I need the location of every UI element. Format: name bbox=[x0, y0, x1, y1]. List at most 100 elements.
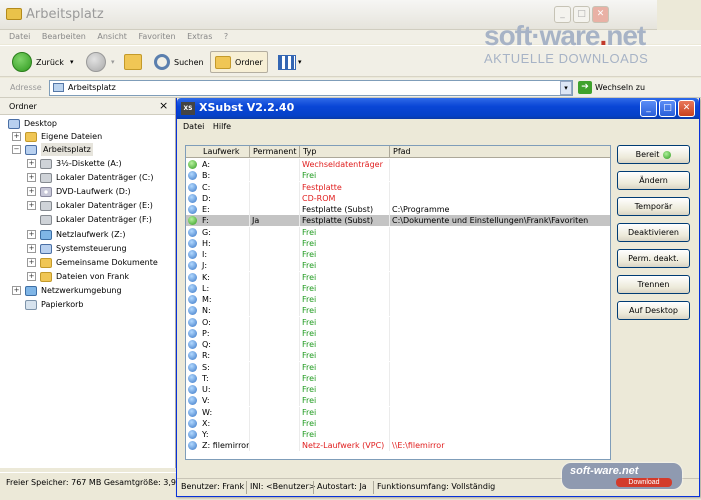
table-row[interactable]: F: Ja Festplatte (Subst) C:\Dokumente und E… bbox=[186, 215, 610, 227]
drive-status-icon bbox=[188, 362, 197, 372]
table-row[interactable]: B: Frei bbox=[186, 170, 610, 182]
expand-icon[interactable]: + bbox=[12, 132, 21, 141]
menu-hilfe[interactable]: Hilfe bbox=[213, 119, 231, 135]
menu-datei[interactable]: Datei bbox=[183, 119, 204, 135]
tree-item-drive-z[interactable]: + Netzlaufwerk (Z:) bbox=[27, 228, 125, 241]
cell-drive: W: bbox=[200, 406, 250, 418]
table-row[interactable]: O: Frei bbox=[186, 316, 610, 328]
tree-item-dateien-von-frank[interactable]: + Dateien von Frank bbox=[27, 270, 129, 283]
tree-item-papierkorb[interactable]: Papierkorb bbox=[25, 298, 84, 311]
tree-item-desktop[interactable]: Desktop bbox=[8, 117, 57, 130]
menu-help[interactable]: ? bbox=[224, 30, 228, 44]
cell-type: Frei bbox=[300, 170, 390, 182]
table-row[interactable]: R: Frei bbox=[186, 350, 610, 362]
table-row[interactable]: Z: filemirror Netz-Laufwerk (VPC) \\E:\fil… bbox=[186, 440, 610, 452]
expand-icon[interactable]: + bbox=[27, 173, 36, 182]
disconnect-button[interactable]: Trennen bbox=[617, 275, 690, 294]
column-laufwerk[interactable]: Laufwerk bbox=[200, 146, 250, 158]
tree-item-drive-e[interactable]: + Lokaler Datenträger (E:) bbox=[27, 199, 153, 212]
search-button[interactable]: Suchen bbox=[154, 51, 204, 73]
table-row[interactable]: V: Frei bbox=[186, 395, 610, 407]
table-row[interactable]: G: Frei bbox=[186, 226, 610, 238]
column-permanent[interactable]: Permanent bbox=[250, 146, 300, 158]
maximize-button[interactable]: □ bbox=[659, 100, 676, 117]
expand-icon[interactable]: + bbox=[27, 244, 36, 253]
menu-favoriten[interactable]: Favoriten bbox=[138, 30, 175, 44]
table-row[interactable]: C: Festplatte bbox=[186, 181, 610, 193]
table-row[interactable]: D: CD-ROM bbox=[186, 192, 610, 204]
tree-item-systemsteuerung[interactable]: + Systemsteuerung bbox=[27, 242, 127, 255]
address-input[interactable]: Arbeitsplatz bbox=[49, 80, 573, 96]
back-button[interactable]: Zurück ▾ bbox=[12, 51, 73, 73]
table-row[interactable]: A: Wechseldatenträger bbox=[186, 159, 610, 170]
cell-path: \\E:\filemirror bbox=[390, 440, 610, 451]
change-button[interactable]: Ändern bbox=[617, 171, 690, 190]
close-button[interactable]: ✕ bbox=[678, 100, 695, 117]
tree-item-eigene-dateien[interactable]: + Eigene Dateien bbox=[12, 130, 102, 143]
cell-type: Frei bbox=[300, 294, 390, 305]
menu-extras[interactable]: Extras bbox=[187, 30, 212, 44]
table-row[interactable]: J: Frei bbox=[186, 260, 610, 272]
back-label: Zurück bbox=[36, 57, 64, 67]
table-row[interactable]: T: Frei bbox=[186, 372, 610, 384]
table-row[interactable]: L: Frei bbox=[186, 282, 610, 294]
table-row[interactable]: I: Frei bbox=[186, 249, 610, 260]
address-dropdown-button[interactable]: ▾ bbox=[560, 81, 572, 95]
views-button[interactable]: ▾ bbox=[278, 51, 302, 73]
table-row[interactable]: X: Frei bbox=[186, 417, 610, 429]
xsubst-titlebar[interactable]: XS XSubst V2.2.40 _ □ ✕ bbox=[177, 98, 699, 119]
cell-path bbox=[390, 260, 610, 271]
cell-permanent bbox=[250, 384, 300, 395]
close-icon[interactable]: × bbox=[159, 99, 168, 112]
drive-status-icon bbox=[188, 430, 197, 439]
table-row[interactable]: K: Frei bbox=[186, 271, 610, 283]
go-button[interactable]: ➔ Wechseln zu bbox=[578, 81, 645, 94]
expand-icon[interactable]: + bbox=[27, 258, 36, 267]
ready-button[interactable]: Bereit bbox=[617, 145, 690, 164]
temporary-button[interactable]: Temporär bbox=[617, 197, 690, 216]
menu-datei[interactable]: Datei bbox=[9, 30, 30, 44]
table-row[interactable]: U: Frei bbox=[186, 384, 610, 395]
column-pfad[interactable]: Pfad bbox=[390, 146, 610, 158]
tree-item-drive-f[interactable]: Lokaler Datenträger (F:) bbox=[40, 213, 152, 226]
column-typ[interactable]: Typ bbox=[300, 146, 390, 158]
up-folder-button[interactable] bbox=[124, 51, 142, 73]
table-row[interactable]: M: Frei bbox=[186, 294, 610, 305]
drive-status-icon bbox=[188, 328, 197, 338]
forward-arrow-icon bbox=[86, 52, 106, 72]
cell-path bbox=[390, 384, 610, 395]
expand-icon[interactable]: + bbox=[27, 187, 36, 196]
cell-path bbox=[390, 407, 610, 418]
expand-icon[interactable]: + bbox=[27, 230, 36, 239]
to-desktop-button[interactable]: Auf Desktop bbox=[617, 301, 690, 320]
deactivate-button[interactable]: Deaktivieren bbox=[617, 223, 690, 242]
tree-item-netzwerkumgebung[interactable]: + Netzwerkumgebung bbox=[12, 284, 122, 297]
forward-button[interactable]: ▾ bbox=[86, 51, 115, 73]
folders-button[interactable]: Ordner bbox=[210, 51, 268, 73]
perm-deactivate-button[interactable]: Perm. deakt. bbox=[617, 249, 690, 268]
table-row[interactable]: W: Frei bbox=[186, 406, 610, 418]
minimize-button[interactable]: _ bbox=[640, 100, 657, 117]
table-row[interactable]: E: Festplatte (Subst) C:\Programme bbox=[186, 204, 610, 215]
tree-item-arbeitsplatz[interactable]: − Arbeitsplatz bbox=[12, 143, 93, 156]
table-row[interactable]: H: Frei bbox=[186, 237, 610, 249]
menu-ansicht[interactable]: Ansicht bbox=[97, 30, 127, 44]
expand-icon[interactable]: + bbox=[27, 159, 36, 168]
menu-bearbeiten[interactable]: Bearbeiten bbox=[42, 30, 86, 44]
table-row[interactable]: S: Frei bbox=[186, 361, 610, 373]
table-row[interactable]: Y: Frei bbox=[186, 429, 610, 440]
tree-item-gemeinsame-dokumente[interactable]: + Gemeinsame Dokumente bbox=[27, 256, 158, 269]
table-row[interactable]: N: Frei bbox=[186, 305, 610, 317]
table-row[interactable]: P: Frei bbox=[186, 327, 610, 339]
tree-item-drive-d[interactable]: + DVD-Laufwerk (D:) bbox=[27, 185, 131, 198]
drive-status-icon bbox=[188, 238, 197, 248]
expand-icon[interactable]: + bbox=[27, 201, 36, 210]
tree-item-floppy[interactable]: +3½-Diskette (A:) bbox=[27, 157, 122, 170]
table-row[interactable]: Q: Frei bbox=[186, 339, 610, 350]
tree-item-drive-c[interactable]: + Lokaler Datenträger (C:) bbox=[27, 171, 153, 184]
expand-icon[interactable]: + bbox=[27, 272, 36, 281]
expand-icon[interactable]: + bbox=[12, 286, 21, 295]
collapse-icon[interactable]: − bbox=[12, 145, 21, 154]
drive-status-icon bbox=[188, 396, 197, 406]
status-separator bbox=[373, 481, 374, 494]
